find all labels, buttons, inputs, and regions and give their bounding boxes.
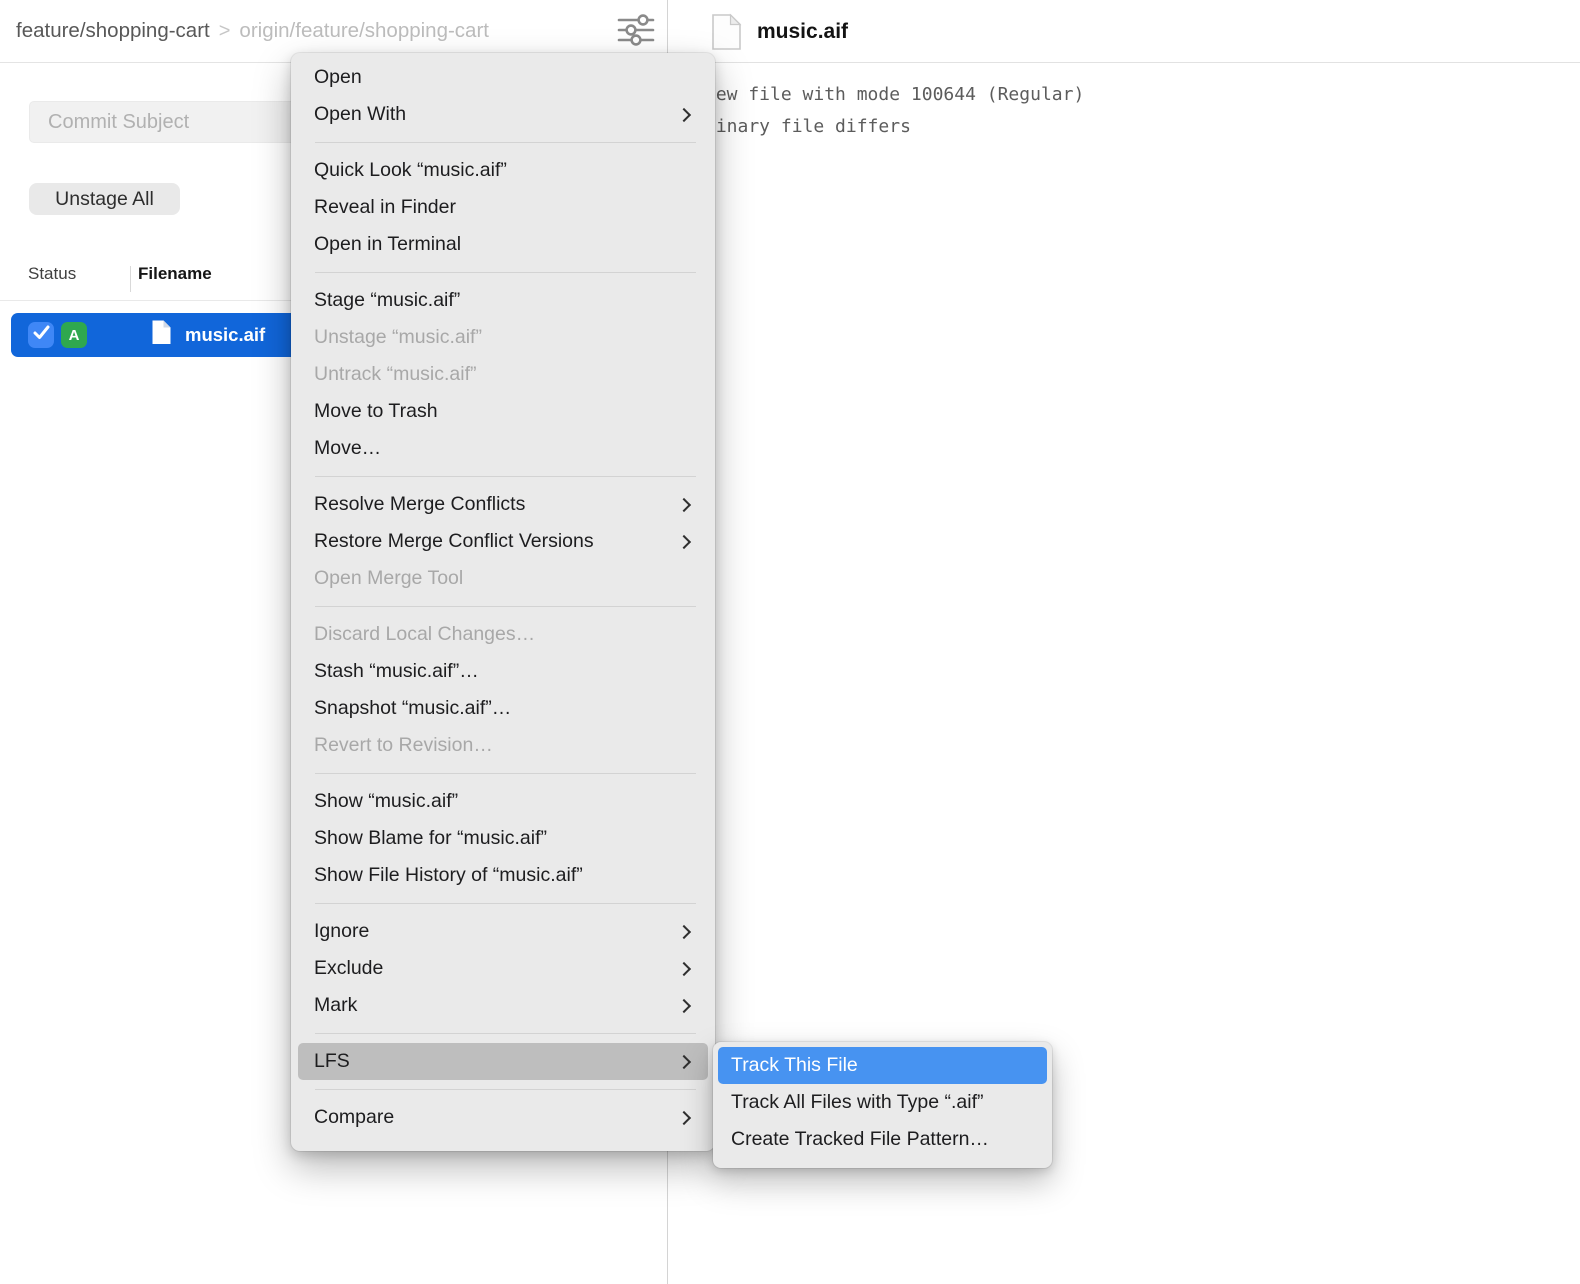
menu-item-label: Compare <box>314 1106 394 1129</box>
menu-item-show-file-history[interactable]: Show File History of “music.aif” <box>291 857 715 894</box>
submenu-item-create-tracked-file-pattern[interactable]: Create Tracked File Pattern… <box>713 1121 1052 1158</box>
menu-item-label: Show File History of “music.aif” <box>314 864 583 887</box>
column-header-filename[interactable]: Filename <box>138 264 212 284</box>
menu-separator <box>315 142 696 143</box>
menu-item-label: Snapshot “music.aif”… <box>314 697 511 720</box>
diff-line-binary: binary file differs <box>705 111 1084 143</box>
submenu-item-label: Create Tracked File Pattern… <box>731 1128 989 1151</box>
diff-line-mode: new file with mode 100644 (Regular) <box>705 79 1084 111</box>
document-icon <box>151 319 172 351</box>
submenu-item-label: Track All Files with Type “.aif” <box>731 1091 983 1114</box>
menu-item-lfs[interactable]: LFS <box>298 1043 708 1080</box>
menu-separator <box>315 606 696 607</box>
menu-item-stash[interactable]: Stash “music.aif”… <box>291 653 715 690</box>
menu-item-label: Stash “music.aif”… <box>314 660 479 683</box>
menu-item-label: Restore Merge Conflict Versions <box>314 530 594 553</box>
status-badge-added: A <box>61 322 87 348</box>
unstage-all-button[interactable]: Unstage All <box>29 183 180 215</box>
diff-text-block: new file with mode 100644 (Regular) bina… <box>705 79 1084 143</box>
menu-separator <box>315 903 696 904</box>
menu-item-snapshot[interactable]: Snapshot “music.aif”… <box>291 690 715 727</box>
menu-item-compare[interactable]: Compare <box>291 1099 715 1136</box>
menu-separator <box>315 272 696 273</box>
submenu-chevron-icon <box>677 534 691 548</box>
menu-separator <box>315 1033 696 1034</box>
submenu-item-track-all-files[interactable]: Track All Files with Type “.aif” <box>713 1084 1052 1121</box>
menu-item-label: Reveal in Finder <box>314 196 456 219</box>
menu-item-exclude[interactable]: Exclude <box>291 950 715 987</box>
submenu-chevron-icon <box>677 961 691 975</box>
menu-item-label: Show “music.aif” <box>314 790 458 813</box>
submenu-chevron-icon <box>677 924 691 938</box>
menu-item-move[interactable]: Move… <box>291 430 715 467</box>
menu-item-label: Move to Trash <box>314 400 438 423</box>
menu-item-ignore[interactable]: Ignore <box>291 913 715 950</box>
sliders-icon <box>617 13 655 50</box>
menu-item-untrack: Untrack “music.aif” <box>291 356 715 393</box>
lfs-submenu: Track This File Track All Files with Typ… <box>713 1042 1052 1168</box>
menu-item-open-in-terminal[interactable]: Open in Terminal <box>291 226 715 263</box>
menu-item-label: Revert to Revision… <box>314 734 493 757</box>
menu-item-label: Resolve Merge Conflicts <box>314 493 525 516</box>
menu-item-quick-look[interactable]: Quick Look “music.aif” <box>291 152 715 189</box>
submenu-chevron-icon <box>677 998 691 1012</box>
column-divider[interactable] <box>130 266 131 292</box>
menu-item-revert-to-revision: Revert to Revision… <box>291 727 715 764</box>
breadcrumb-branch[interactable]: feature/shopping-cart <box>16 19 210 43</box>
menu-item-show[interactable]: Show “music.aif” <box>291 783 715 820</box>
detail-document-icon <box>711 13 742 56</box>
submenu-chevron-icon <box>677 107 691 121</box>
right-header-divider <box>668 62 1580 63</box>
menu-item-label: Open in Terminal <box>314 233 461 256</box>
breadcrumb-separator: > <box>219 20 231 43</box>
breadcrumb-remote[interactable]: origin/feature/shopping-cart <box>239 19 489 43</box>
menu-item-discard-local-changes: Discard Local Changes… <box>291 616 715 653</box>
menu-separator <box>315 773 696 774</box>
menu-item-label: Exclude <box>314 957 383 980</box>
menu-item-label: Show Blame for “music.aif” <box>314 827 547 850</box>
menu-item-move-to-trash[interactable]: Move to Trash <box>291 393 715 430</box>
submenu-chevron-icon <box>677 1110 691 1124</box>
checkmark-icon <box>33 325 50 345</box>
menu-separator <box>315 476 696 477</box>
menu-item-mark[interactable]: Mark <box>291 987 715 1024</box>
menu-item-label: Open Merge Tool <box>314 567 463 590</box>
menu-item-label: Mark <box>314 994 357 1017</box>
menu-item-label: Unstage “music.aif” <box>314 326 482 349</box>
menu-item-unstage: Unstage “music.aif” <box>291 319 715 356</box>
staged-checkbox[interactable] <box>28 322 54 348</box>
menu-item-restore-merge-conflict-versions[interactable]: Restore Merge Conflict Versions <box>291 523 715 560</box>
file-row-filename: music.aif <box>185 324 265 346</box>
submenu-chevron-icon <box>677 497 691 511</box>
menu-item-label: Open <box>314 66 362 89</box>
menu-item-stage[interactable]: Stage “music.aif” <box>291 282 715 319</box>
menu-item-label: Ignore <box>314 920 369 943</box>
menu-item-show-blame[interactable]: Show Blame for “music.aif” <box>291 820 715 857</box>
menu-item-reveal-in-finder[interactable]: Reveal in Finder <box>291 189 715 226</box>
menu-item-open-with[interactable]: Open With <box>291 96 715 133</box>
submenu-chevron-icon <box>677 1054 691 1068</box>
menu-item-label: Untrack “music.aif” <box>314 363 477 386</box>
menu-item-label: Quick Look “music.aif” <box>314 159 507 182</box>
context-menu: Open Open With Quick Look “music.aif” Re… <box>291 53 715 1151</box>
menu-item-open[interactable]: Open <box>291 59 715 96</box>
submenu-item-track-this-file[interactable]: Track This File <box>718 1047 1047 1084</box>
menu-item-label: Open With <box>314 103 406 126</box>
menu-item-label: LFS <box>314 1050 350 1073</box>
menu-separator <box>315 1089 696 1090</box>
menu-item-label: Discard Local Changes… <box>314 623 535 646</box>
menu-item-open-merge-tool: Open Merge Tool <box>291 560 715 597</box>
filter-options-button[interactable] <box>614 12 658 50</box>
column-header-status[interactable]: Status <box>28 264 76 284</box>
menu-item-label: Move… <box>314 437 381 460</box>
menu-item-label: Stage “music.aif” <box>314 289 460 312</box>
menu-item-resolve-merge-conflicts[interactable]: Resolve Merge Conflicts <box>291 486 715 523</box>
detail-file-title: music.aif <box>757 20 848 44</box>
submenu-item-label: Track This File <box>731 1054 858 1077</box>
